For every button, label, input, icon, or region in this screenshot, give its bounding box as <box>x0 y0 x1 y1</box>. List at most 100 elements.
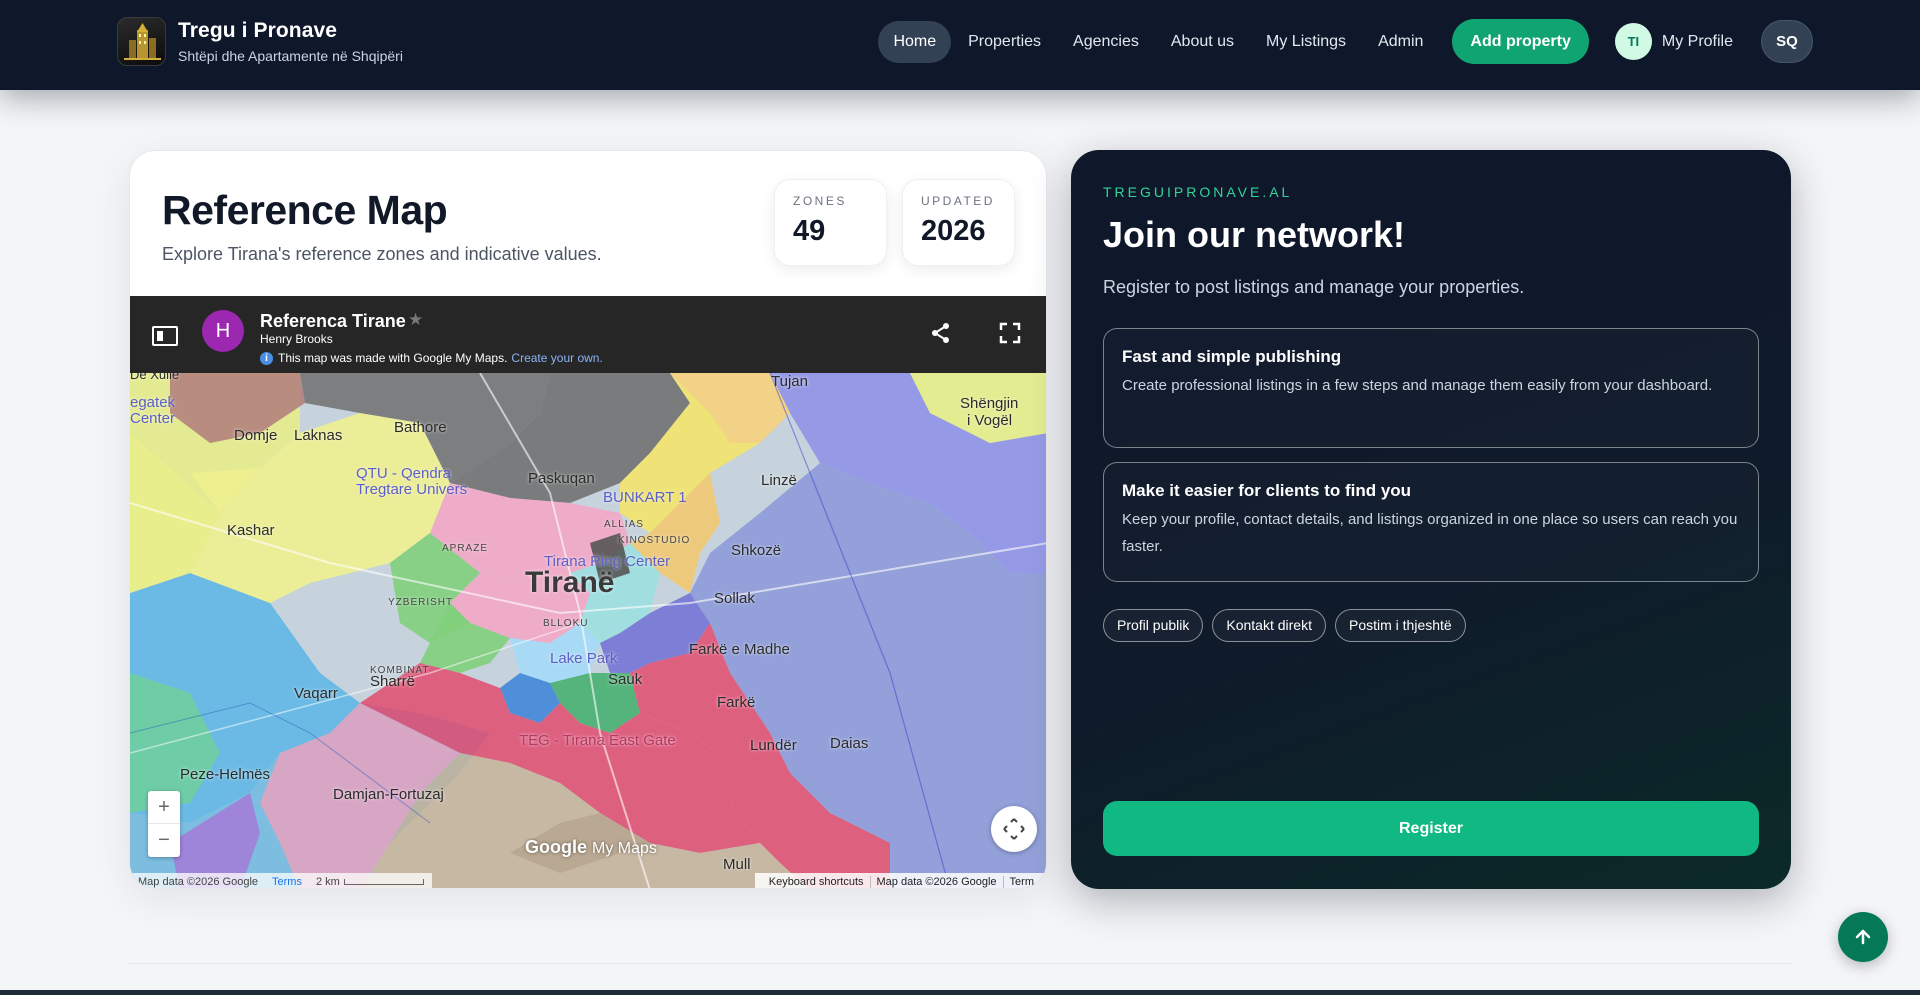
stat-zones: ZONES 49 <box>774 179 887 266</box>
map-label: Peze-Helmës <box>180 766 271 783</box>
nav-properties[interactable]: Properties <box>953 21 1056 63</box>
nav-links: Home Properties Agencies About us My Lis… <box>878 19 1813 64</box>
create-your-own-link[interactable]: Create your own. <box>511 351 602 365</box>
map-label: QTU - Qendra <box>356 465 452 482</box>
attribution-text: Map data ©2026 Google <box>138 875 259 888</box>
map-label: BUNKART 1 <box>603 489 687 506</box>
brand-title: Tregu i Pronave <box>178 19 338 42</box>
eyebrow: TREGUIPRONAVE.AL <box>1103 184 1293 200</box>
zoom-control: + − <box>148 791 180 857</box>
map-label: Mull <box>723 856 751 873</box>
map-label: Tregtare Univers <box>356 481 468 498</box>
feature-chips: Profil publik Kontakt direkt Postim i th… <box>1103 609 1475 642</box>
nav-about-us[interactable]: About us <box>1156 21 1249 63</box>
embedded-map[interactable]: H Referenca Tirane ★ Henry Brooks i This… <box>130 296 1046 888</box>
map-header: H Referenca Tirane ★ Henry Brooks i This… <box>130 296 1046 373</box>
map-label: Lundër <box>750 737 797 754</box>
nav-my-listings[interactable]: My Listings <box>1251 21 1361 63</box>
map-label: Sharrë <box>370 673 416 690</box>
feature-card: Make it easier for clients to find you K… <box>1103 462 1759 582</box>
brand-subtitle: Shtëpi dhe Apartamente në Shqipëri <box>178 48 403 64</box>
stat-label: UPDATED <box>921 194 995 208</box>
language-switcher[interactable]: SQ <box>1761 20 1813 63</box>
stat-value: 2026 <box>921 215 986 247</box>
sidebar-toggle-icon[interactable] <box>152 326 178 346</box>
map-canvas[interactable]: De Xulle egatek Center Tujan Shëngjin i … <box>130 367 1046 888</box>
share-icon[interactable] <box>930 322 952 349</box>
recenter-icon[interactable] <box>991 806 1037 852</box>
add-property-button[interactable]: Add property <box>1452 19 1589 64</box>
map-label: Shkozë <box>731 542 782 559</box>
brand[interactable]: Tregu i Pronave Shtëpi dhe Apartamente n… <box>117 17 403 66</box>
zone-overlay <box>130 373 1046 888</box>
register-button[interactable]: Register <box>1103 801 1759 856</box>
map-label: Vaqarr <box>294 685 338 702</box>
avatar: TI <box>1614 23 1652 60</box>
nav-agencies[interactable]: Agencies <box>1058 21 1154 63</box>
watermark-product: My Maps <box>592 840 657 857</box>
footer-edge <box>0 990 1920 995</box>
zoom-out-button[interactable]: − <box>148 824 180 857</box>
map-label: Farkë e Madhe <box>689 641 790 658</box>
map-label: YZBERISHT <box>388 597 454 608</box>
profile-menu[interactable]: TI My Profile <box>1614 23 1733 60</box>
map-embed-title[interactable]: Referenca Tirane <box>260 311 406 332</box>
nav-home[interactable]: Home <box>878 20 952 63</box>
feature-card: Fast and simple publishing Create profes… <box>1103 328 1759 448</box>
map-label: Shëngjin <box>960 395 1019 412</box>
brand-logo <box>117 17 166 66</box>
map-author: Henry Brooks <box>260 332 333 346</box>
feature-text: Keep your profile, contact details, and … <box>1122 511 1738 555</box>
map-label: Farkë <box>717 694 756 711</box>
map-label: i Vogël <box>967 412 1013 429</box>
zoom-in-button[interactable]: + <box>148 791 180 824</box>
chip-public-profile: Profil publik <box>1103 609 1204 642</box>
terms-link[interactable]: Term <box>1002 875 1040 888</box>
keyboard-shortcuts-link[interactable]: Keyboard shortcuts <box>763 876 870 888</box>
map-label: Paskuqan <box>528 470 595 487</box>
join-title: Join our network! <box>1103 214 1406 255</box>
map-label: Bathore <box>394 419 447 436</box>
section-divider <box>129 963 1791 964</box>
terms-link[interactable]: Terms <box>272 876 302 888</box>
fullscreen-icon[interactable] <box>999 322 1021 349</box>
join-subtitle: Register to post listings and manage you… <box>1103 277 1525 297</box>
join-network-card: TREGUIPRONAVE.AL Join our network! Regis… <box>1071 150 1791 889</box>
stat-label: ZONES <box>793 194 847 208</box>
map-notice: i This map was made with Google My Maps.… <box>260 351 603 365</box>
map-label: Kashar <box>227 522 275 539</box>
map-label: Laknas <box>294 427 343 444</box>
scale-label: 2 km <box>315 875 340 888</box>
map-label: BLLOKU <box>543 618 589 629</box>
map-label: egatek <box>130 394 176 411</box>
scale-bar <box>343 878 424 885</box>
reference-map-card: Reference Map Explore Tirana's reference… <box>129 150 1047 889</box>
map-label: KINOSTUDIO <box>618 535 691 546</box>
author-avatar: H <box>202 310 244 352</box>
map-label: Center <box>130 410 176 427</box>
top-navbar: Tregu i Pronave Shtëpi dhe Apartamente n… <box>0 0 1920 90</box>
map-attribution-right: Keyboard shortcuts Map data ©2026 Google… <box>754 873 1046 888</box>
feature-text: Create professional listings in a few st… <box>1122 377 1713 394</box>
map-label: ALLIAS <box>604 519 644 530</box>
google-my-maps-watermark: Google My Maps <box>525 837 657 858</box>
map-label: Daias <box>830 735 869 752</box>
star-icon[interactable]: ★ <box>408 310 423 330</box>
stat-updated: UPDATED 2026 <box>902 179 1015 266</box>
back-to-top-button[interactable] <box>1838 912 1888 962</box>
map-subtitle: Explore Tirana's reference zones and ind… <box>162 244 602 264</box>
map-label: Damjan-Fortuzaj <box>333 786 444 803</box>
watermark-brand: Google <box>525 837 587 857</box>
map-data-text: Map data ©2026 Google <box>869 875 1003 888</box>
nav-admin[interactable]: Admin <box>1363 21 1438 63</box>
map-label: Sollak <box>714 590 755 607</box>
notice-text: This map was made with Google My Maps. <box>278 351 508 365</box>
profile-label: My Profile <box>1661 32 1733 50</box>
map-label: TEG - Tirana East Gate <box>519 732 676 749</box>
map-label: Sauk <box>608 671 643 688</box>
feature-title: Make it easier for clients to find you <box>1122 481 1412 500</box>
map-attribution-left: Map data ©2026 Google Terms 2 km <box>130 873 432 888</box>
map-label: Linzë <box>761 472 797 489</box>
feature-title: Fast and simple publishing <box>1122 347 1342 366</box>
page-title: Reference Map <box>162 187 448 233</box>
